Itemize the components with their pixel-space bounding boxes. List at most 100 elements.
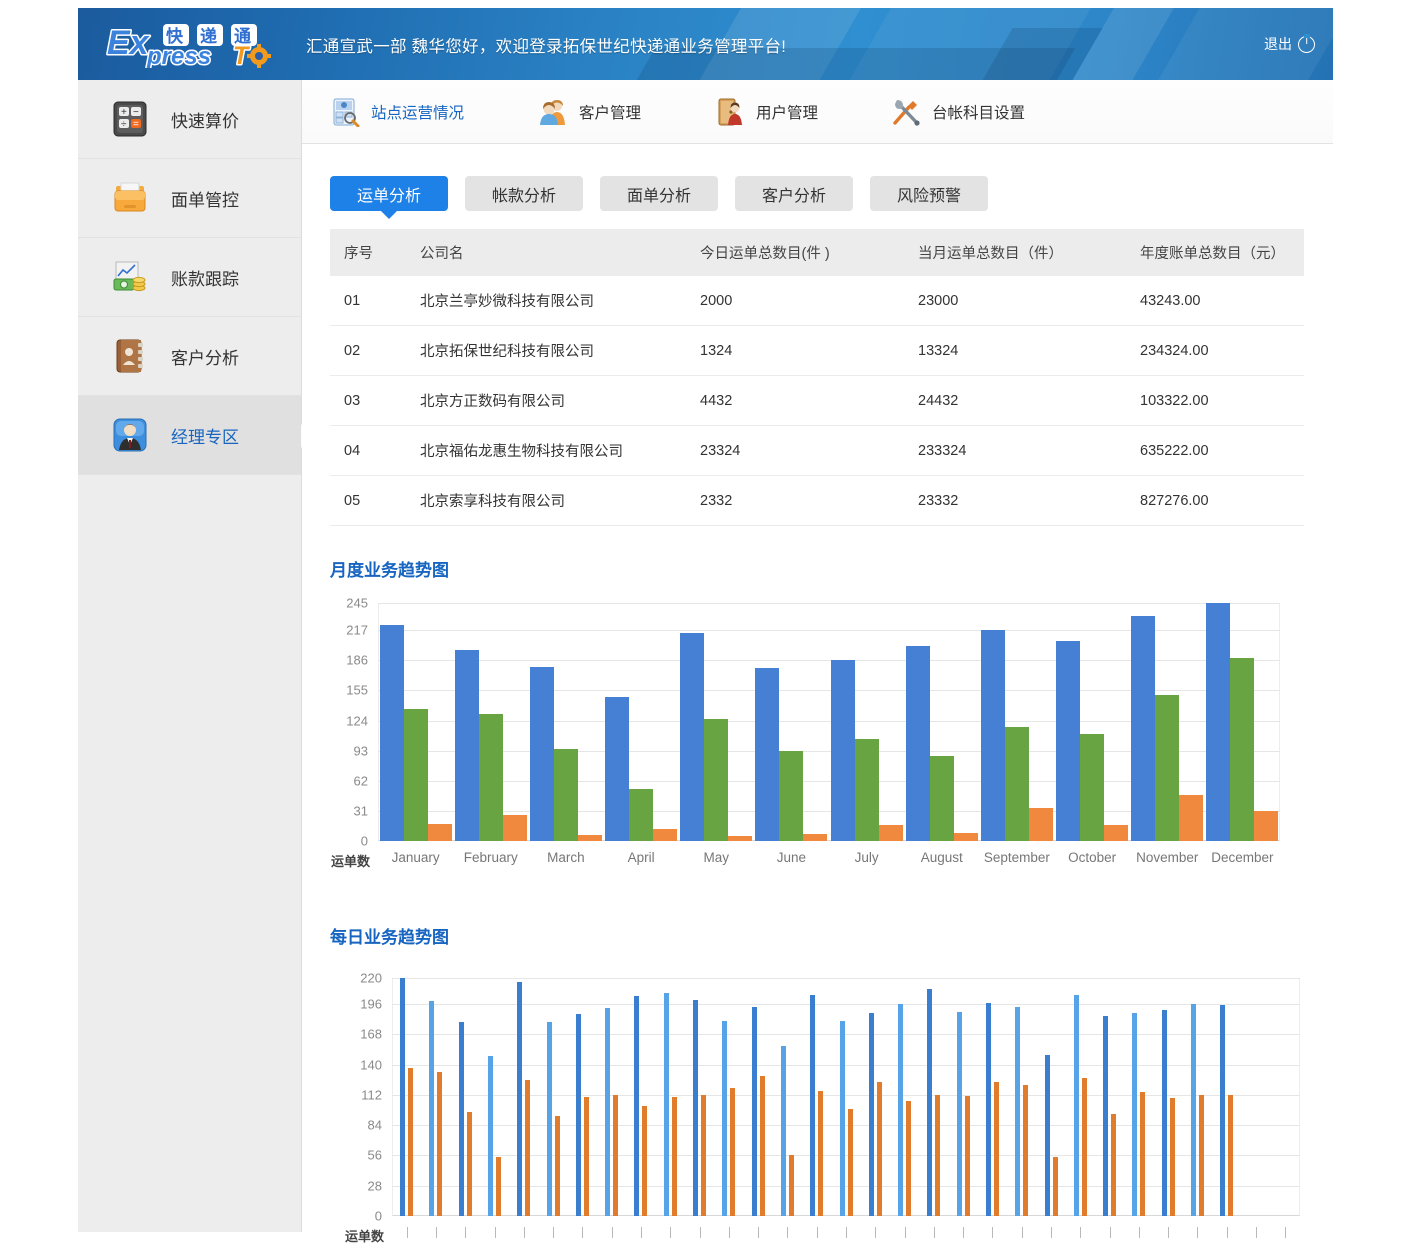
cell-year: 635222.00 xyxy=(1126,426,1304,476)
chart-bar xyxy=(810,995,815,1216)
app-page: Ex Ex press press 快 递 通 T T xyxy=(78,8,1333,1232)
sidebar-item-manager-zone[interactable]: 经理专区 xyxy=(78,396,301,475)
chart-bar xyxy=(855,739,879,841)
sidebar-item-customer-analysis[interactable]: 客户分析 xyxy=(78,317,301,396)
chart-bar xyxy=(954,833,978,841)
col-header-company: 公司名 xyxy=(406,229,686,276)
main-content: 站点运营情况 客户管理 xyxy=(302,80,1333,1232)
cell-today: 1324 xyxy=(686,326,904,376)
chart-bar xyxy=(1045,1055,1050,1216)
table-row[interactable]: 04 北京福佑龙惠生物科技有限公司 23324 233324 635222.00 xyxy=(330,426,1304,476)
chart-bar xyxy=(1179,795,1203,841)
chart-bar xyxy=(1053,1157,1058,1217)
x-axis-tick xyxy=(1285,1227,1286,1238)
topnav-item-site-operations[interactable]: 站点运营情况 xyxy=(330,97,464,127)
col-header-month: 当月运单总数目（件） xyxy=(904,229,1126,276)
tab-waybill-analysis[interactable]: 运单分析 xyxy=(330,176,448,211)
y-axis-tick-label: 0 xyxy=(330,1209,382,1224)
chart-bar xyxy=(704,719,728,841)
x-axis-tick xyxy=(436,1227,437,1238)
topnav-item-label: 客户管理 xyxy=(579,101,641,123)
chart-bar xyxy=(496,1157,501,1217)
chart-bar xyxy=(906,646,930,841)
logout-button[interactable]: 退出 xyxy=(1264,34,1315,54)
topnav-item-user-management[interactable]: 用户管理 xyxy=(715,97,818,127)
chart-bar xyxy=(755,668,779,841)
sidebar-item-label: 面单管控 xyxy=(171,186,239,211)
chart-bar xyxy=(701,1095,706,1216)
table-row[interactable]: 03 北京方正数码有限公司 4432 24432 103322.00 xyxy=(330,376,1304,426)
sidebar-item-waybill-control[interactable]: 面单管控 xyxy=(78,159,301,238)
col-header-no: 序号 xyxy=(330,229,406,276)
chart-bar xyxy=(479,714,503,841)
tab-account-analysis[interactable]: 帐款分析 xyxy=(465,176,583,211)
chart-bar xyxy=(530,667,554,841)
axis-name-label: 运单数 xyxy=(330,851,370,870)
calculator-icon: + − ÷ = xyxy=(111,100,149,138)
chart-bar xyxy=(1015,1007,1020,1216)
sidebar-item-quick-pricing[interactable]: + − ÷ = 快速算价 xyxy=(78,80,301,159)
table-row[interactable]: 01 北京兰亭妙微科技有限公司 2000 23000 43243.00 xyxy=(330,276,1304,326)
svg-text:快: 快 xyxy=(166,26,184,46)
waybill-table: 序号 公司名 今日运单总数目(件 ) 当月运单总数目（件） 年度账单总数目（元）… xyxy=(330,229,1304,526)
chart-bar xyxy=(605,697,629,841)
svg-text:Ex: Ex xyxy=(107,24,151,62)
chart-bar xyxy=(898,1004,903,1216)
chart-bar xyxy=(525,1080,530,1216)
sidebar-item-label: 账款跟踪 xyxy=(171,265,239,290)
topnav-item-ledger-settings[interactable]: 台帐科目设置 xyxy=(891,97,1025,127)
chart-bar xyxy=(578,835,602,841)
chart-bar xyxy=(605,1008,610,1216)
cell-month: 13324 xyxy=(904,326,1126,376)
y-axis-tick-label: 140 xyxy=(330,1057,382,1072)
y-axis-tick-label: 112 xyxy=(330,1087,382,1102)
chart-bar xyxy=(642,1106,647,1216)
monthly-chart-title: 月度业务趋势图 xyxy=(330,556,1333,581)
tab-label: 客户分析 xyxy=(762,182,826,206)
x-axis-tick-label: June xyxy=(777,850,806,865)
chart-bar xyxy=(994,1082,999,1216)
chart-bar xyxy=(629,789,653,841)
y-axis-tick-label: 84 xyxy=(330,1118,382,1133)
chart-bar xyxy=(1005,727,1029,841)
tools-icon xyxy=(891,97,921,127)
x-axis-tick-label: January xyxy=(392,850,440,865)
x-axis-tick-label: September xyxy=(984,850,1050,865)
cell-today: 23324 xyxy=(686,426,904,476)
tab-form-analysis[interactable]: 面单分析 xyxy=(600,176,718,211)
tab-risk-warning[interactable]: 风险预警 xyxy=(870,176,988,211)
x-axis-tick xyxy=(787,1227,788,1238)
chart-bar xyxy=(437,1072,442,1216)
table-row[interactable]: 05 北京索享科技有限公司 2332 23332 827276.00 xyxy=(330,476,1304,526)
chart-bar xyxy=(554,749,578,841)
cell-no: 01 xyxy=(330,276,406,326)
chart-bar xyxy=(634,996,639,1216)
chart-bar xyxy=(877,1082,882,1216)
chart-bar xyxy=(840,1021,845,1216)
topnav-item-customer-management[interactable]: 客户管理 xyxy=(538,97,641,127)
sidebar-item-payment-tracking[interactable]: 账款跟踪 xyxy=(78,238,301,317)
chart-bar xyxy=(831,660,855,841)
chart-bar xyxy=(1131,616,1155,841)
daily-chart-title: 每日业务趋势图 xyxy=(330,923,1333,948)
y-axis-tick-label: 220 xyxy=(330,971,382,986)
chart-bar xyxy=(1191,1004,1196,1216)
app-logo[interactable]: Ex Ex press press 快 递 通 T T xyxy=(103,19,278,69)
cell-year: 103322.00 xyxy=(1126,376,1304,426)
table-row[interactable]: 02 北京拓保世纪科技有限公司 1324 13324 234324.00 xyxy=(330,326,1304,376)
chart-bar xyxy=(576,1014,581,1216)
cell-no: 04 xyxy=(330,426,406,476)
chart-bar xyxy=(467,1112,472,1216)
chart-bar xyxy=(779,751,803,841)
svg-text:递: 递 xyxy=(200,26,217,46)
x-axis-tick-label: February xyxy=(464,850,518,865)
chart-bar xyxy=(752,1007,757,1216)
chart-bar xyxy=(1170,1098,1175,1216)
welcome-message: 汇通宣武一部 魏华您好，欢迎登录拓保世纪快递通业务管理平台! xyxy=(306,33,786,57)
chart-bar xyxy=(728,836,752,841)
cell-no: 03 xyxy=(330,376,406,426)
svg-text:÷: ÷ xyxy=(121,119,127,130)
tab-customer-analysis[interactable]: 客户分析 xyxy=(735,176,853,211)
chart-bar xyxy=(957,1012,962,1216)
chart-bar xyxy=(730,1088,735,1216)
